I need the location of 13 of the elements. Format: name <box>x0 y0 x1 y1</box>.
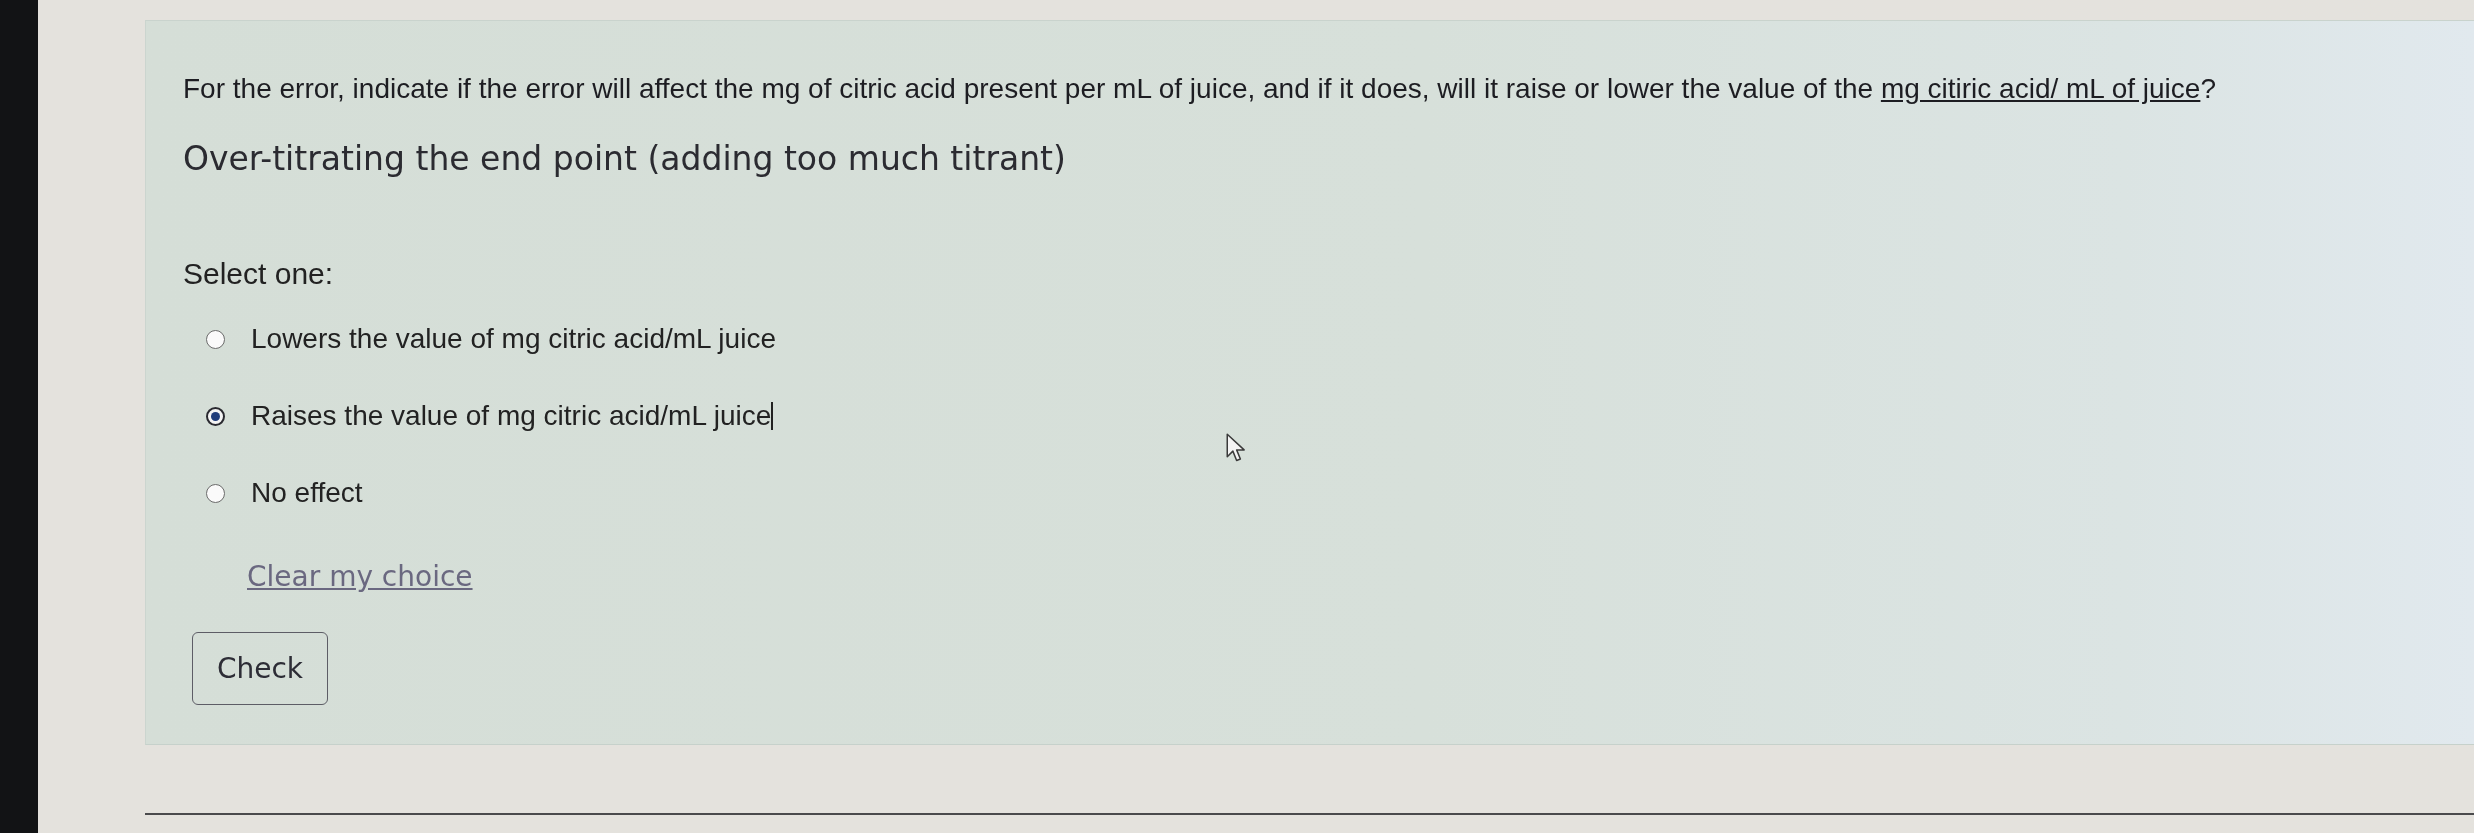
option-label[interactable]: Raises the value of mg citric acid/mL juice <box>251 398 772 434</box>
select-one-label: Select one: <box>183 256 335 292</box>
option-label[interactable]: No effect <box>251 475 363 511</box>
radio-button[interactable] <box>206 329 225 349</box>
option-label[interactable]: Lowers the value of mg citric acid/mL juice <box>251 321 776 357</box>
clear-choice-link[interactable]: Clear my choice <box>247 558 473 596</box>
question-text: For the error, indicate if the error will affect the mg of citric acid present per mL of juice, and if it does, will it raise or lower the value of the mg citiric acid/ mL of juice? <box>183 72 2217 106</box>
radio-button[interactable] <box>206 406 225 426</box>
mouse-pointer-icon <box>1226 433 1246 463</box>
check-button[interactable]: Check <box>192 632 328 705</box>
radio-button[interactable] <box>206 483 225 503</box>
error-scenario: Over-titrating the end point (adding too much titrant) <box>183 139 1067 179</box>
units-link[interactable]: mg citiric acid/ mL of juice <box>1880 73 2201 104</box>
